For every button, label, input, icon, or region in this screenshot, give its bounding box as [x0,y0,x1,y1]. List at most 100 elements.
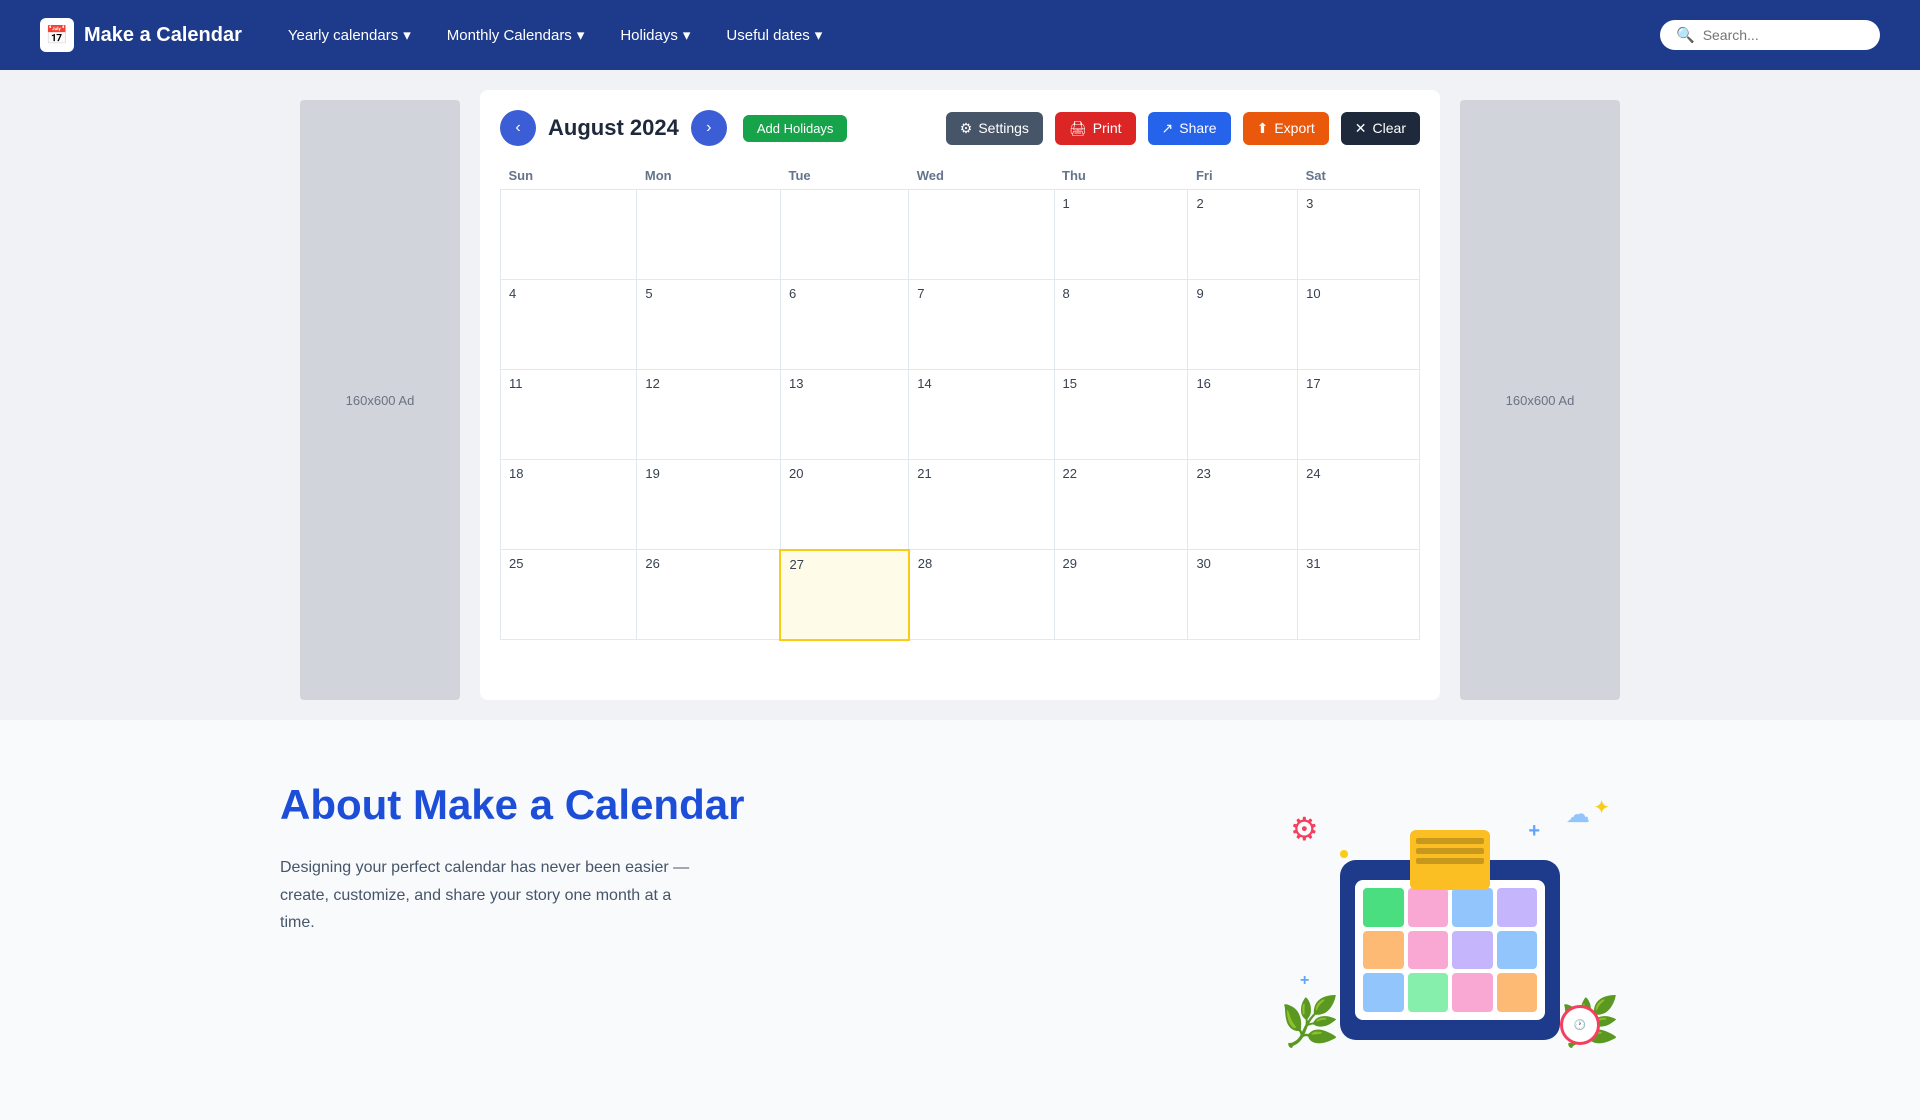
day-number: 11 [509,376,523,391]
day-number: 30 [1196,556,1210,571]
day-header: Mon [637,162,781,190]
day-number: 16 [1196,376,1210,391]
day-number: 18 [509,466,523,481]
calendar-container: ‹ August 2024 › Add Holidays ⚙ Settings … [480,90,1440,700]
calendar-cell[interactable]: 6 [780,280,908,370]
nav-monthly-calendars[interactable]: Monthly Calendars ▾ [433,18,599,52]
add-holidays-button[interactable]: Add Holidays [743,115,848,142]
calendar-cell[interactable]: 22 [1054,460,1188,550]
day-number: 3 [1306,196,1313,211]
day-number: 23 [1196,466,1210,481]
day-number: 29 [1063,556,1077,571]
day-header: Sun [501,162,637,190]
about-illustration: ⚙ ☁ ✦ + + [1260,780,1640,1060]
clear-button[interactable]: ✕ Clear [1341,112,1420,145]
day-header: Thu [1054,162,1188,190]
calendar-cell[interactable]: 31 [1298,550,1420,640]
right-ad-panel: 160x600 Ad [1460,100,1620,700]
month-title: August 2024 [548,115,679,141]
calendar-cell[interactable]: 3 [1298,190,1420,280]
next-month-button[interactable]: › [691,110,727,146]
calendar-cell[interactable]: 9 [1188,280,1298,370]
day-header: Sat [1298,162,1420,190]
calendar-cell[interactable]: 23 [1188,460,1298,550]
calendar-cell[interactable]: 25 [501,550,637,640]
calendar-cell[interactable]: 18 [501,460,637,550]
left-ad-panel: 160x600 Ad [300,100,460,700]
calendar-cell[interactable]: 26 [637,550,781,640]
day-number: 7 [917,286,924,301]
nav-yearly-calendars[interactable]: Yearly calendars ▾ [274,18,425,52]
device-screen [1355,880,1545,1020]
calendar-cell[interactable]: 5 [637,280,781,370]
day-header: Wed [909,162,1054,190]
notebook-illustration [1410,830,1490,890]
calendar-cell[interactable]: 20 [780,460,908,550]
day-number: 13 [789,376,803,391]
about-title: About Make a Calendar [280,780,1200,830]
calendar-cell[interactable]: 8 [1054,280,1188,370]
calendar-grid: SunMonTueWedThuFriSat 123456789101112131… [500,162,1420,641]
day-number: 17 [1306,376,1320,391]
share-button[interactable]: ↗ Share [1148,112,1231,145]
day-number: 14 [917,376,931,391]
calendar-cell[interactable]: 12 [637,370,781,460]
print-button[interactable]: 🖨 Print [1055,112,1136,145]
prev-month-button[interactable]: ‹ [500,110,536,146]
cloud-decoration: ☁ [1566,800,1590,829]
calendar-cell[interactable]: 29 [1054,550,1188,640]
export-button[interactable]: ⬆ Export [1243,112,1329,145]
calendar-cell[interactable]: 2 [1188,190,1298,280]
calendar-cell[interactable]: 28 [909,550,1054,640]
calendar-cell[interactable] [780,190,908,280]
calendar-cell[interactable]: 16 [1188,370,1298,460]
calendar-cell[interactable]: 17 [1298,370,1420,460]
about-text: About Make a Calendar Designing your per… [280,780,1200,936]
calendar-cell[interactable]: 10 [1298,280,1420,370]
calendar-cell[interactable]: 14 [909,370,1054,460]
calendar-cell[interactable]: 1 [1054,190,1188,280]
day-number: 26 [645,556,659,571]
day-number: 20 [789,466,803,481]
day-number: 8 [1063,286,1070,301]
nav-holidays[interactable]: Holidays ▾ [606,18,704,52]
chevron-down-icon: ▾ [815,26,823,44]
calendar-cell[interactable] [909,190,1054,280]
navigation: 📅 Make a Calendar Yearly calendars ▾ Mon… [0,0,1920,70]
day-header: Fri [1188,162,1298,190]
star-decoration: ✦ [1593,795,1610,820]
plus-decoration-2: + [1300,972,1309,990]
calendar-cell[interactable] [637,190,781,280]
calendar-cell[interactable]: 21 [909,460,1054,550]
calendar-cell[interactable] [501,190,637,280]
day-number: 28 [918,556,932,571]
clock-illustration: 🕐 [1560,1005,1600,1045]
calendar-cell[interactable]: 13 [780,370,908,460]
calendar-cell[interactable]: 7 [909,280,1054,370]
calendar-cell[interactable]: 11 [501,370,637,460]
settings-button[interactable]: ⚙ Settings [946,112,1043,145]
day-number: 5 [645,286,652,301]
day-number: 2 [1196,196,1203,211]
day-number: 24 [1306,466,1320,481]
calendar-cell[interactable]: 15 [1054,370,1188,460]
calendar-cell[interactable]: 24 [1298,460,1420,550]
leaves-left-decoration: 🌿 [1280,993,1340,1050]
day-number: 9 [1196,286,1203,301]
nav-useful-dates[interactable]: Useful dates ▾ [712,18,836,52]
dot-decoration [1340,850,1348,858]
calendar-cell[interactable]: 30 [1188,550,1298,640]
logo-text: Make a Calendar [84,24,242,47]
calendar-cell[interactable]: 19 [637,460,781,550]
search-box[interactable]: 🔍 [1660,20,1880,50]
day-number: 25 [509,556,523,571]
calendar-cell[interactable]: 27 [780,550,908,640]
day-number: 19 [645,466,659,481]
chevron-down-icon: ▾ [683,26,691,44]
search-input[interactable] [1703,27,1864,43]
page-body: 160x600 Ad ‹ August 2024 › Add Holidays … [0,70,1920,720]
plus-decoration-1: + [1528,820,1540,843]
calendar-cell[interactable]: 4 [501,280,637,370]
chevron-down-icon: ▾ [577,26,585,44]
site-logo[interactable]: 📅 Make a Calendar [40,18,242,52]
